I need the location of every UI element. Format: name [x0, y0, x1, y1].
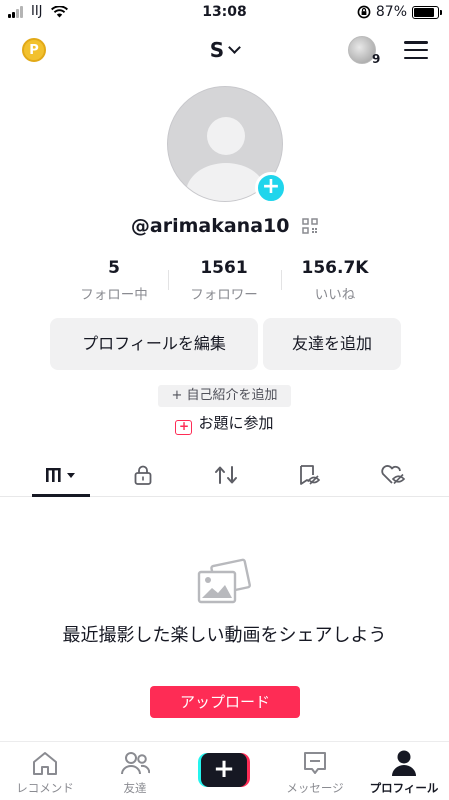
tab-liked[interactable] — [370, 455, 416, 495]
profile-stats: 5 フォロー中 1561 フォロワー 156.7K いいね — [0, 258, 449, 308]
tab-videos[interactable] — [32, 455, 90, 495]
home-icon — [33, 752, 57, 775]
menu-icon[interactable] — [404, 41, 428, 59]
tab-private[interactable] — [120, 455, 166, 495]
battery-percent: 87% — [375, 4, 407, 20]
grid-icon — [46, 468, 75, 482]
followers-count: 1561 — [200, 258, 248, 278]
empty-state-message: 最近撮影した楽しい動画をシェアしよう — [62, 625, 387, 646]
nav-friends-label: 友達 — [123, 781, 147, 795]
upload-button[interactable]: アップロード — [150, 686, 300, 718]
lock-icon — [134, 465, 152, 485]
likes-count: 156.7K — [301, 258, 369, 278]
following-count: 5 — [108, 258, 120, 278]
create-button[interactable]: + — [198, 753, 250, 787]
stat-followers[interactable]: 1561 フォロワー — [169, 258, 279, 303]
followers-label: フォロワー — [190, 287, 258, 303]
nav-home-label: レコメンド — [16, 781, 74, 795]
heart-hidden-icon — [381, 465, 406, 485]
nav-inbox[interactable]: メッセージ — [270, 748, 360, 796]
profile-avatar[interactable]: + — [167, 86, 287, 204]
challenge-label: お題に参加 — [198, 414, 274, 432]
challenge-add-icon: + — [175, 420, 193, 435]
inbox-icon — [304, 752, 326, 774]
bookmark-hidden-icon — [300, 465, 321, 485]
bottom-navigation: レコメンド 友達 + メッセージ プロフィール — [0, 741, 449, 800]
chevron-down-icon — [228, 41, 242, 54]
username: @arimakana10 — [130, 215, 290, 237]
active-tab-indicator — [32, 494, 90, 497]
nav-profile[interactable]: プロフィール — [359, 748, 449, 796]
account-name: S — [209, 38, 225, 62]
status-bar: IIJ 13:08 87% — [0, 0, 449, 26]
battery-level — [414, 7, 434, 17]
top-navigation: P S 9 — [0, 30, 449, 70]
nav-profile-label: プロフィール — [369, 781, 439, 795]
nav-home[interactable]: レコメンド — [0, 748, 90, 796]
username-row: @arimakana10 — [0, 215, 449, 237]
content-tabs — [0, 455, 449, 497]
edit-profile-button[interactable]: プロフィールを編集 — [50, 318, 258, 370]
orientation-lock-icon — [357, 5, 371, 19]
profile-icon — [392, 750, 416, 776]
tab-favorites[interactable] — [286, 455, 332, 495]
likes-label: いいね — [314, 287, 356, 303]
photo-gallery-icon — [197, 558, 251, 604]
qr-code-icon[interactable] — [302, 218, 318, 234]
nav-friends[interactable]: 友達 — [90, 748, 180, 796]
repost-icon — [215, 466, 237, 484]
stat-likes[interactable]: 156.7K いいね — [280, 258, 390, 303]
join-challenge-link[interactable]: + お題に参加 — [0, 412, 449, 435]
following-label: フォロー中 — [80, 287, 148, 303]
friends-icon — [121, 752, 150, 775]
battery-icon — [412, 5, 442, 19]
add-bio-button[interactable]: + 自己紹介を追加 — [158, 385, 291, 407]
add-photo-button[interactable]: + — [255, 172, 287, 204]
plus-icon: + — [201, 753, 247, 787]
stat-following[interactable]: 5 フォロー中 — [59, 258, 169, 303]
story-count: 9 — [372, 52, 381, 66]
add-friend-button[interactable]: 友達を追加 — [263, 318, 401, 370]
nav-inbox-label: メッセージ — [286, 781, 344, 795]
tab-reposts[interactable] — [203, 455, 249, 495]
account-switcher[interactable]: S — [0, 38, 449, 62]
